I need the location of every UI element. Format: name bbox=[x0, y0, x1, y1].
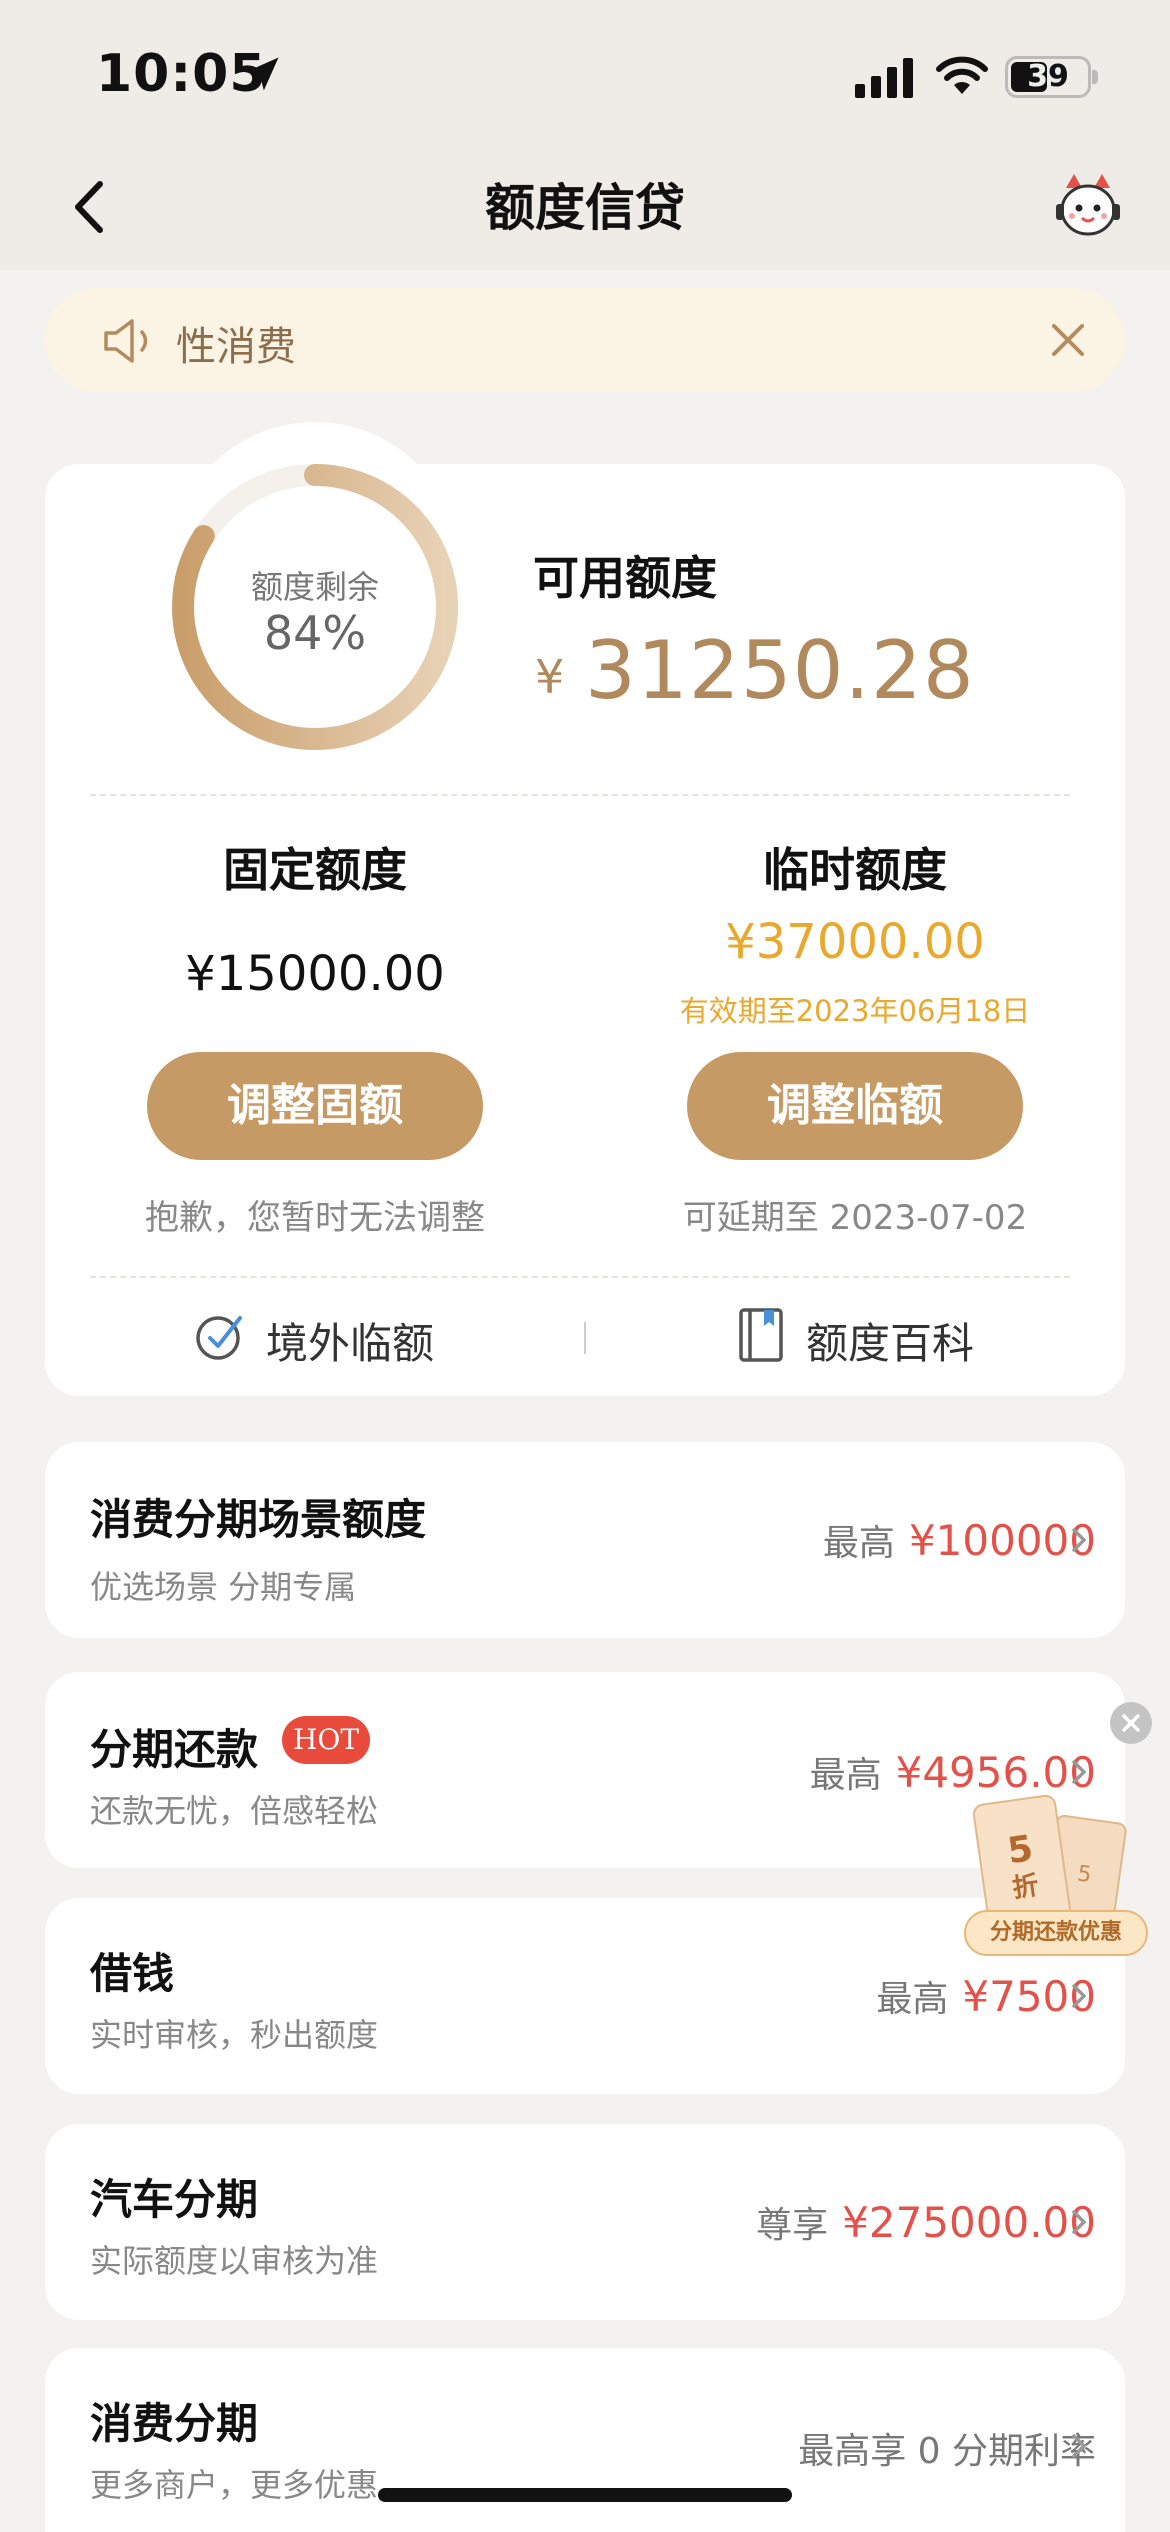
dashed-divider bbox=[90, 794, 1070, 796]
item-title: 分期还款 bbox=[90, 1725, 259, 1774]
page-title: 额度信贷 bbox=[485, 179, 685, 237]
temp-note: 可延期至 2023-07-02 bbox=[682, 1198, 1028, 1238]
fixed-amount: ¥15000.00 bbox=[185, 946, 445, 1002]
ring-label: 额度剩余 bbox=[250, 568, 379, 606]
fixed-note: 抱歉，您暂时无法调整 bbox=[145, 1198, 485, 1238]
wifi-icon bbox=[936, 56, 988, 94]
globe-plane-icon bbox=[196, 1316, 242, 1360]
cellular-signal-icon bbox=[855, 58, 913, 98]
overseas-temp-link[interactable]: 境外临额 bbox=[266, 1310, 434, 1371]
hot-badge: HOT bbox=[282, 1716, 370, 1764]
chevron-right-icon bbox=[1072, 1760, 1087, 1784]
adjust-fixed-button[interactable]: 调整固额 bbox=[147, 1052, 483, 1160]
item-title: 消费分期 bbox=[90, 2399, 259, 2448]
close-icon[interactable] bbox=[1046, 318, 1090, 362]
dashed-divider bbox=[90, 1276, 1070, 1278]
promo-close-icon[interactable] bbox=[1110, 1702, 1152, 1744]
available-label: 可用额度 bbox=[533, 551, 717, 605]
item-subtitle: 还款无忧，倍感轻松 bbox=[90, 1792, 379, 1830]
fixed-title: 固定额度 bbox=[223, 843, 407, 897]
item-title: 消费分期场景额度 bbox=[90, 1495, 427, 1544]
temp-title: 临时额度 bbox=[763, 843, 947, 897]
item-subtitle: 实时审核，秒出额度 bbox=[90, 2016, 379, 2054]
speaker-icon bbox=[104, 319, 148, 363]
battery-cap bbox=[1092, 70, 1098, 84]
available-amount: 31250.28 bbox=[585, 624, 975, 717]
temp-valid-until: 有效期至2023年06月18日 bbox=[679, 994, 1031, 1028]
item-subtitle: 实际额度以审核为准 bbox=[90, 2242, 379, 2280]
ring-percent: 84% bbox=[263, 606, 367, 660]
available-currency: ¥ bbox=[535, 650, 565, 704]
item-title: 借钱 bbox=[90, 1949, 175, 1998]
item-subtitle: 更多商户，更多优惠 bbox=[90, 2466, 379, 2504]
item-amount: 最高享 0 分期利率 bbox=[798, 2431, 1096, 2472]
notice-text: 性消费 bbox=[176, 324, 296, 370]
link-divider bbox=[584, 1322, 586, 1354]
item-amount: 最高 ¥100000 bbox=[822, 1516, 1096, 1565]
location-arrow-icon bbox=[245, 57, 279, 91]
item-title: 汽车分期 bbox=[90, 2175, 259, 2224]
temp-amount: ¥37000.00 bbox=[725, 914, 985, 970]
promo-unit: 折 bbox=[1011, 1871, 1041, 1904]
battery-level: 39 bbox=[1027, 59, 1069, 94]
book-icon bbox=[739, 1308, 783, 1362]
chevron-right-icon bbox=[1072, 2210, 1087, 2234]
chevron-right-icon bbox=[1072, 1528, 1087, 1552]
home-indicator bbox=[378, 2488, 792, 2502]
battery-icon: 39 bbox=[1005, 56, 1091, 98]
credit-wiki-link[interactable]: 额度百科 bbox=[806, 1310, 974, 1371]
chevron-right-icon bbox=[1072, 2434, 1087, 2458]
promo-label[interactable]: 分期还款优惠 bbox=[964, 1910, 1148, 1956]
mascot-avatar-icon[interactable] bbox=[1052, 170, 1124, 242]
item-amount: 尊享 ¥275000.00 bbox=[756, 2198, 1096, 2247]
chevron-right-icon bbox=[1072, 1984, 1087, 2008]
adjust-temp-button[interactable]: 调整临额 bbox=[687, 1052, 1023, 1160]
item-subtitle: 优选场景 分期专属 bbox=[90, 1568, 357, 1606]
item-amount: 最高 ¥7500 bbox=[876, 1972, 1096, 2021]
